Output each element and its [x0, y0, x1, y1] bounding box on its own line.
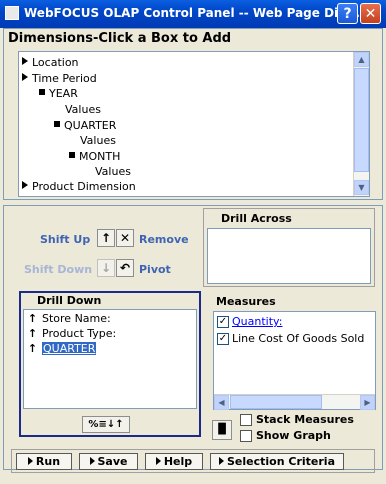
tree-item-year-values[interactable]: Values: [65, 103, 101, 116]
run-button[interactable]: Run: [16, 453, 72, 470]
measure-line-cost-label[interactable]: Line Cost Of Goods Sold: [232, 332, 364, 345]
sort-button[interactable]: %≡↓↑: [82, 416, 130, 433]
arrow-icon: [219, 457, 224, 465]
scroll-left-icon[interactable]: ◀: [214, 395, 229, 410]
node-icon: [39, 89, 45, 95]
selection-criteria-button[interactable]: Selection Criteria: [210, 453, 344, 470]
measures-header: Measures: [216, 295, 276, 308]
expand-icon[interactable]: [22, 73, 28, 81]
tree-item-location[interactable]: Location: [22, 56, 79, 69]
title-bar: WebFOCUS OLAP Control Panel -- Web Page …: [0, 0, 386, 28]
help-button[interactable]: Help: [145, 453, 203, 470]
stack-measures-label: Stack Measures: [256, 413, 354, 426]
drill-down-list[interactable]: ↑ Store Name: ↑ Product Type: ↑ QUARTER: [23, 309, 197, 409]
line-cost-checkbox[interactable]: ✓: [217, 333, 229, 345]
tree-item-month-values[interactable]: Values: [95, 165, 131, 178]
app-icon: [5, 6, 19, 20]
shift-down-label: Shift Down: [24, 263, 93, 276]
control-panel: Dimensions-Click a Box to Add Location T…: [3, 28, 383, 481]
up-arrow-icon: ↑: [27, 312, 38, 325]
arrow-icon: [27, 457, 33, 465]
drill-across-panel: Drill Across: [203, 208, 375, 287]
shift-up-label: Shift Up: [40, 233, 91, 246]
measures-list: ✓ Quantity: ✓ Line Cost Of Goods Sold ◀ …: [213, 311, 376, 410]
dimensions-panel: Dimensions-Click a Box to Add Location T…: [3, 28, 383, 200]
scroll-up-icon[interactable]: ▲: [354, 52, 369, 67]
node-icon: [54, 121, 60, 127]
drill-down-item[interactable]: ↑ Product Type:: [27, 327, 116, 340]
tree-item-quarter[interactable]: QUARTER: [54, 119, 116, 132]
arrow-icon: [89, 457, 95, 465]
up-arrow-icon: ↑: [27, 327, 38, 340]
help-title-button[interactable]: ?: [337, 3, 358, 24]
measures-hscrollbar[interactable]: ◀ ▶: [214, 394, 375, 410]
stack-measures-checkbox[interactable]: [240, 414, 252, 426]
expand-icon[interactable]: [22, 57, 28, 65]
shift-up-button[interactable]: ↑: [97, 229, 115, 247]
pivot-label: Pivot: [139, 263, 171, 276]
drill-across-header: Drill Across: [221, 212, 292, 225]
window-title: WebFOCUS OLAP Control Panel -- Web Page …: [24, 6, 360, 20]
drill-across-box[interactable]: [207, 228, 371, 284]
quantity-checkbox[interactable]: ✓: [217, 316, 229, 328]
remove-button[interactable]: ✕: [116, 229, 134, 247]
node-icon: [69, 152, 75, 158]
measure-quantity-link[interactable]: Quantity:: [232, 315, 282, 328]
show-graph-label: Show Graph: [256, 429, 331, 442]
tree-item-time-period[interactable]: Time Period: [22, 72, 97, 85]
expand-icon[interactable]: [22, 181, 28, 189]
remove-label: Remove: [139, 233, 189, 246]
up-arrow-icon: ↑: [27, 342, 38, 355]
tree-item-year[interactable]: YEAR: [39, 87, 78, 100]
scroll-right-icon[interactable]: ▶: [360, 395, 375, 410]
shift-down-button[interactable]: ↓: [97, 259, 115, 277]
dimension-tree: Location Time Period YEAR Values QUARTER…: [18, 51, 370, 197]
drill-down-panel: Drill Down ↑ Store Name: ↑ Product Type: ↑…: [19, 291, 201, 437]
pivot-button[interactable]: ↶: [116, 259, 134, 277]
scroll-down-icon[interactable]: ▼: [354, 180, 369, 195]
drill-down-item-selected[interactable]: ↑ QUARTER: [27, 342, 97, 355]
drill-down-item[interactable]: ↑ Store Name:: [27, 312, 111, 325]
dimensions-header: Dimensions-Click a Box to Add: [8, 31, 232, 46]
lower-panel: Shift Up ↑ ✕ Remove Shift Down ↓ ↶ Pivot…: [3, 205, 383, 470]
arrow-icon: [155, 457, 161, 465]
tree-item-product-dimension[interactable]: Product Dimension: [22, 180, 136, 193]
scroll-thumb[interactable]: [354, 68, 369, 172]
show-graph-checkbox[interactable]: [240, 430, 252, 442]
button-bar: Run Save Help Selection Criteria: [11, 449, 375, 473]
tree-item-month[interactable]: MONTH: [69, 150, 120, 163]
drill-down-header: Drill Down: [37, 294, 102, 307]
tree-item-quarter-values[interactable]: Values: [80, 134, 116, 147]
close-button[interactable]: ✕: [360, 3, 381, 24]
graph-icon[interactable]: ▐▌: [212, 420, 232, 440]
save-button[interactable]: Save: [79, 453, 138, 470]
tree-scrollbar[interactable]: ▲ ▼: [353, 52, 369, 196]
hscroll-thumb[interactable]: [230, 395, 322, 409]
